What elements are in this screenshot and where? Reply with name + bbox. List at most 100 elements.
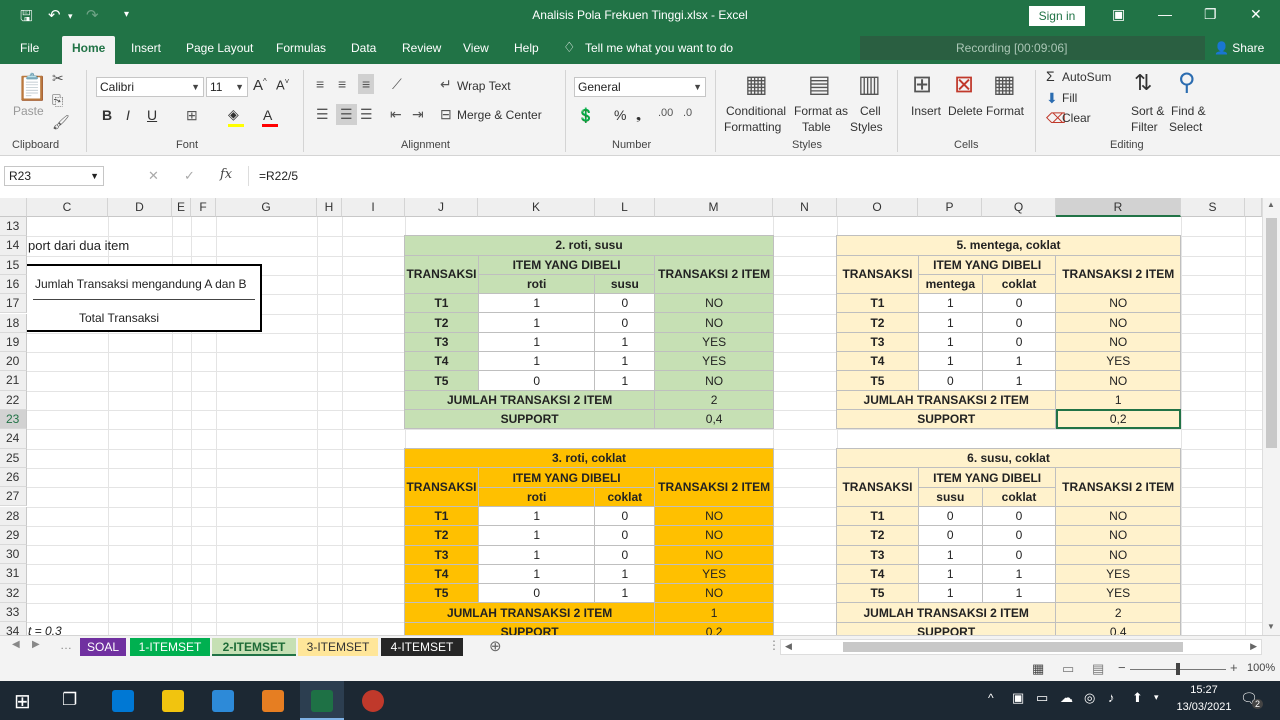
row-header[interactable]: 18 bbox=[0, 313, 27, 333]
share-button[interactable]: 👤 Share bbox=[1214, 41, 1264, 55]
find-select-label-2[interactable]: Select bbox=[1169, 120, 1202, 134]
cell-styles-icon[interactable]: ▥ bbox=[858, 70, 881, 99]
conditional-formatting-label-1[interactable]: Conditional bbox=[726, 104, 786, 118]
cell-value[interactable]: 0 bbox=[477, 583, 596, 604]
tab-help[interactable]: Help bbox=[514, 41, 539, 55]
row-header[interactable]: 30 bbox=[0, 545, 27, 565]
support-value[interactable]: 0,2 bbox=[654, 621, 774, 635]
tab-split-icon[interactable]: ⋮ bbox=[768, 638, 780, 652]
scroll-right-icon[interactable]: ▶ bbox=[1250, 641, 1257, 652]
cell-transaction[interactable]: T4 bbox=[836, 351, 919, 372]
globe-icon[interactable]: ◎ bbox=[1084, 690, 1095, 706]
excel-app-icon[interactable] bbox=[311, 690, 333, 712]
tab-review[interactable]: Review bbox=[402, 41, 441, 55]
cell-value[interactable]: 1 bbox=[477, 525, 596, 546]
tell-me-input[interactable]: Tell me what you want to do bbox=[585, 41, 733, 55]
cell-value[interactable]: 1 bbox=[477, 563, 596, 585]
cell-result[interactable]: YES bbox=[1055, 351, 1181, 372]
cell-value[interactable]: 1 bbox=[477, 544, 596, 565]
sheet-tab-2-itemset[interactable]: 2-ITEMSET bbox=[212, 638, 296, 656]
worksheet-grid[interactable]: C D E F G H I J K L M N O P Q R S 13 14 … bbox=[0, 198, 1262, 635]
cell-transaction[interactable]: T5 bbox=[404, 370, 479, 391]
insert-cells-button[interactable]: Insert bbox=[911, 104, 941, 118]
delete-cells-button[interactable]: Delete bbox=[948, 104, 983, 118]
cell-value[interactable]: 1 bbox=[917, 312, 983, 333]
cell-result[interactable]: NO bbox=[1055, 505, 1181, 527]
close-icon[interactable]: ✕ bbox=[1250, 6, 1262, 23]
merge-center-icon[interactable]: ⊟ bbox=[440, 106, 452, 123]
col-header-j[interactable]: J bbox=[405, 198, 478, 217]
cell-transaction[interactable]: T4 bbox=[836, 563, 919, 585]
cell-transaction[interactable]: T2 bbox=[404, 312, 479, 333]
h-scroll-thumb[interactable] bbox=[843, 642, 1183, 652]
tab-view[interactable]: View bbox=[463, 41, 489, 55]
windows-start-icon[interactable]: ⊞ bbox=[14, 689, 31, 714]
col-header-i[interactable]: I bbox=[342, 198, 405, 217]
recorder-app-icon[interactable] bbox=[362, 690, 384, 712]
font-name-combo[interactable]: Calibri ▼ bbox=[96, 77, 204, 97]
prev-sheet-icon[interactable]: ◀ bbox=[12, 639, 20, 650]
cell-value[interactable]: 1 bbox=[981, 563, 1057, 585]
row-header[interactable]: 19 bbox=[0, 332, 27, 353]
sheet-tab-4-itemset[interactable]: 4-ITEMSET bbox=[381, 638, 463, 656]
format-as-table-label-2[interactable]: Table bbox=[802, 120, 831, 134]
format-as-table-label-1[interactable]: Format as bbox=[794, 104, 848, 118]
col-header-h[interactable]: H bbox=[317, 198, 342, 217]
row-header[interactable]: 28 bbox=[0, 506, 27, 526]
vscode-app-icon[interactable] bbox=[212, 690, 234, 712]
tab-file[interactable]: File bbox=[20, 41, 39, 55]
cell-value[interactable]: 1 bbox=[477, 351, 596, 372]
ribbon-display-icon[interactable]: ▣ bbox=[1112, 6, 1125, 23]
cell-result[interactable]: NO bbox=[654, 505, 774, 527]
autosum-icon[interactable]: Σ bbox=[1046, 68, 1055, 84]
col-header-d[interactable]: D bbox=[108, 198, 172, 217]
cell-value[interactable]: 1 bbox=[477, 312, 596, 333]
underline-icon[interactable]: U bbox=[147, 107, 157, 123]
cell-value[interactable]: 1 bbox=[477, 293, 596, 314]
row-header[interactable]: 32 bbox=[0, 583, 27, 603]
cell-transaction[interactable]: T2 bbox=[836, 312, 919, 333]
row-header[interactable]: 31 bbox=[0, 564, 27, 584]
cell-transaction[interactable]: T1 bbox=[836, 505, 919, 527]
cell-value[interactable]: 0 bbox=[477, 370, 596, 391]
row-header[interactable]: 25 bbox=[0, 448, 27, 468]
minimize-icon[interactable]: — bbox=[1158, 6, 1172, 22]
tray-dropdown-icon[interactable]: ▾ bbox=[1154, 692, 1159, 703]
col-header-q[interactable]: Q bbox=[982, 198, 1056, 217]
row-header[interactable]: 15 bbox=[0, 255, 27, 275]
align-right-icon[interactable]: ☰ bbox=[360, 106, 373, 123]
zoom-level[interactable]: 100% bbox=[1247, 662, 1275, 674]
tray-app-icon[interactable]: ▣ bbox=[1012, 690, 1024, 706]
tray-chevron-icon[interactable]: ^ bbox=[988, 691, 994, 705]
sort-filter-label-1[interactable]: Sort & bbox=[1131, 104, 1164, 118]
row-header[interactable]: 23 bbox=[0, 410, 27, 430]
accounting-format-icon[interactable]: 💲 bbox=[577, 107, 594, 124]
cell-value[interactable]: 1 bbox=[594, 370, 656, 391]
scroll-thumb[interactable] bbox=[1266, 218, 1277, 448]
formula-input[interactable]: =R22/5 bbox=[248, 166, 1278, 186]
cell-value[interactable]: 0 bbox=[981, 505, 1057, 527]
cell-value[interactable]: 1 bbox=[981, 351, 1057, 372]
conditional-formatting-icon[interactable]: ▦ bbox=[745, 70, 768, 99]
bold-icon[interactable]: B bbox=[102, 107, 112, 123]
number-format-combo[interactable]: General ▼ bbox=[574, 77, 706, 97]
cell-value[interactable]: 0 bbox=[981, 312, 1057, 333]
wrap-text-button[interactable]: Wrap Text bbox=[457, 79, 511, 93]
col-header-o[interactable]: O bbox=[837, 198, 918, 217]
cell-result[interactable]: NO bbox=[654, 525, 774, 546]
clock-time[interactable]: 15:27 bbox=[1172, 684, 1236, 696]
cell-result[interactable]: YES bbox=[654, 331, 774, 353]
cell-value[interactable]: 0 bbox=[594, 544, 656, 565]
cut-icon[interactable]: ✂ bbox=[52, 70, 64, 87]
page-layout-view-icon[interactable]: ▭ bbox=[1062, 661, 1074, 677]
delete-cells-icon[interactable]: ⊠ bbox=[954, 70, 974, 99]
cell-result[interactable]: YES bbox=[654, 351, 774, 372]
align-center-icon[interactable]: ☰ bbox=[336, 104, 357, 125]
borders-icon[interactable]: ⊞ bbox=[186, 107, 198, 124]
cell-transaction[interactable]: T3 bbox=[404, 331, 479, 353]
cell-transaction[interactable]: T2 bbox=[836, 525, 919, 546]
tab-data[interactable]: Data bbox=[351, 41, 376, 55]
row-header[interactable]: 13 bbox=[0, 217, 27, 237]
horizontal-scrollbar[interactable]: ◀ ▶ bbox=[780, 639, 1262, 655]
format-cells-button[interactable]: Format bbox=[986, 104, 1024, 118]
